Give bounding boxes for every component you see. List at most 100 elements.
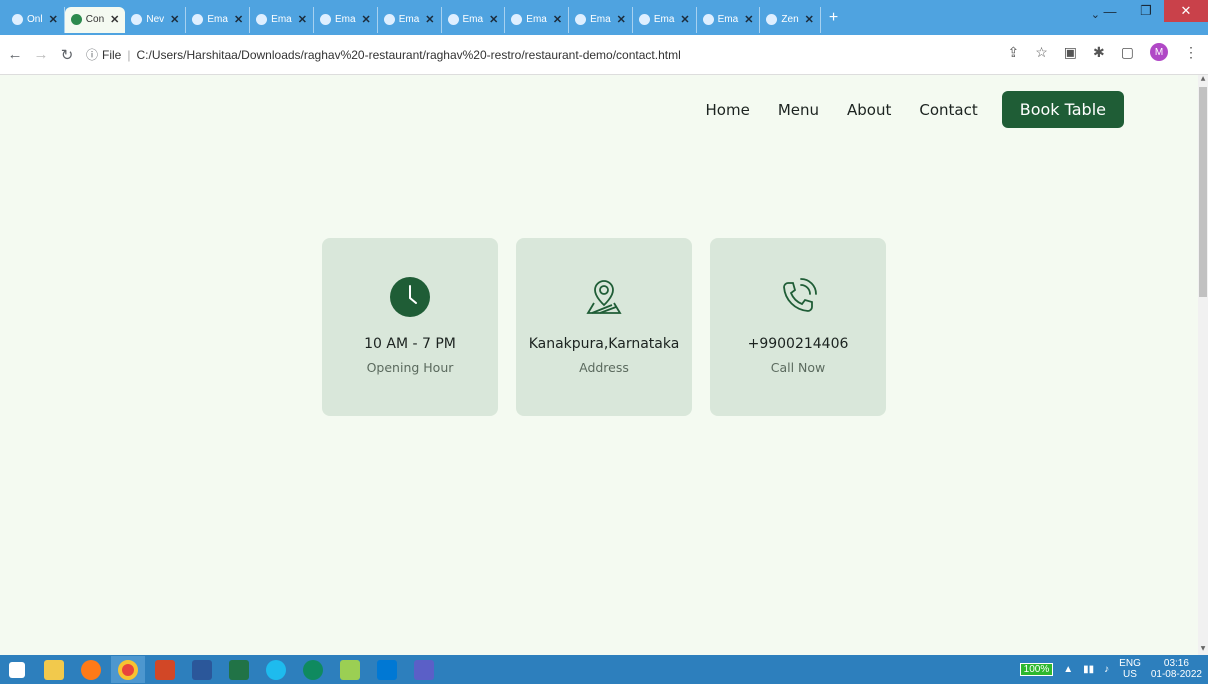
tab-close-icon[interactable]: ✕ — [170, 13, 179, 26]
browser-tab[interactable]: Ema ✕ — [633, 6, 697, 33]
start-button[interactable] — [0, 656, 34, 683]
share-icon[interactable]: ⇪ — [1008, 44, 1020, 61]
browser-tab[interactable]: Ema ✕ — [314, 6, 378, 33]
extension-icon[interactable]: ▣ — [1064, 44, 1077, 61]
scroll-up-icon[interactable]: ▲ — [1198, 75, 1208, 85]
clock[interactable]: 03:16 01-08-2022 — [1151, 658, 1202, 680]
browser-tab[interactable]: Ema ✕ — [697, 6, 761, 33]
tab-label: Con — [85, 14, 105, 25]
language-indicator[interactable]: ENG US — [1119, 658, 1141, 680]
tab-close-icon[interactable]: ✕ — [805, 13, 814, 26]
reload-icon[interactable]: ↻ — [56, 46, 78, 64]
vscode-icon[interactable] — [370, 656, 404, 683]
teams-icon[interactable] — [407, 656, 441, 683]
scroll-down-icon[interactable]: ▼ — [1198, 645, 1208, 655]
tab-close-icon[interactable]: ✕ — [744, 13, 753, 26]
restore-icon[interactable]: ❐ — [1128, 0, 1164, 22]
tab-label: Ema — [271, 14, 292, 25]
tab-close-icon[interactable]: ✕ — [425, 13, 434, 26]
page-scrollbar[interactable]: ▲ ▼ — [1198, 75, 1208, 655]
tab-label: Ema — [334, 14, 356, 25]
favicon-icon — [256, 14, 268, 25]
url-scheme-label: File — [102, 47, 122, 62]
tab-close-icon[interactable]: ✕ — [49, 13, 58, 26]
chrome-icon[interactable] — [111, 656, 145, 683]
more-menu-icon[interactable]: ⋮ — [1184, 44, 1198, 61]
browser-tab[interactable]: Ema ✕ — [250, 6, 314, 33]
browser-tab[interactable]: Ema ✕ — [569, 6, 633, 33]
card-title: 10 AM - 7 PM — [364, 336, 456, 352]
browser-tab[interactable]: Zen ✕ — [760, 6, 821, 33]
card-title: +9900214406 — [747, 336, 849, 352]
tab-close-icon[interactable]: ✕ — [234, 13, 243, 26]
site-navbar: Home Menu About Contact Book Table — [678, 91, 1124, 128]
tab-label: Ema — [398, 14, 420, 25]
file-explorer-icon[interactable] — [37, 656, 71, 683]
browser-tab[interactable]: Ema ✕ — [505, 6, 570, 33]
browser-tab[interactable]: Ema ✕ — [186, 6, 251, 33]
phone-icon — [776, 274, 820, 320]
favicon-icon — [447, 14, 459, 25]
tab-close-icon[interactable]: ✕ — [298, 13, 307, 26]
tab-close-icon[interactable]: ✕ — [489, 13, 498, 26]
contact-cards: 10 AM - 7 PM Opening Hour Kanakpura,Karn… — [322, 238, 886, 416]
favicon-icon — [638, 14, 650, 25]
network-icon[interactable]: ▮▮ — [1083, 664, 1094, 675]
new-tab-button[interactable]: + — [829, 9, 838, 27]
back-icon[interactable]: ← — [4, 46, 26, 63]
tab-close-icon[interactable]: ✕ — [110, 13, 119, 26]
clock-icon — [389, 274, 431, 320]
book-table-button[interactable]: Book Table — [1001, 91, 1124, 128]
tab-label: Ema — [590, 14, 611, 25]
profile-avatar[interactable]: M — [1150, 43, 1168, 61]
nav-home-link[interactable]: Home — [706, 101, 750, 119]
card-subtitle: Call Now — [770, 360, 826, 375]
excel-icon[interactable] — [222, 656, 256, 683]
favicon-icon — [70, 14, 82, 25]
call-card: +9900214406 Call Now — [710, 238, 886, 416]
volume-icon[interactable]: ♪ — [1104, 664, 1109, 675]
url-text: C:/Users/Harshitaa/Downloads/raghav%20-r… — [136, 47, 681, 62]
favicon-icon — [702, 14, 714, 25]
info-icon[interactable]: ⓘ — [86, 46, 98, 63]
tab-close-icon[interactable]: ✕ — [362, 13, 371, 26]
bookmark-star-icon[interactable]: ☆ — [1035, 44, 1048, 61]
sidepanel-icon[interactable]: ▢ — [1121, 44, 1134, 61]
powerpoint-icon[interactable] — [148, 656, 182, 683]
battery-indicator[interactable]: 100% — [1019, 662, 1054, 676]
browser-tab[interactable]: Ema ✕ — [442, 6, 506, 33]
tab-label: Ema — [207, 14, 228, 25]
browser-tab[interactable]: Nev ✕ — [125, 6, 187, 33]
browser-tab-strip: Onl ✕ Con ✕ Nev ✕ Ema ✕ Ema ✕ Ema ✕ Ema ✕ Ema ✕ … — [0, 0, 1208, 35]
tab-label: Nev — [146, 14, 165, 25]
tab-close-icon[interactable]: ✕ — [617, 13, 626, 26]
puzzle-icon[interactable]: ✱ — [1093, 44, 1105, 61]
firefox-icon[interactable] — [74, 656, 108, 683]
nav-contact-link[interactable]: Contact — [919, 101, 977, 119]
window-controls: — ❐ ✕ — [1092, 0, 1208, 24]
browser-tab[interactable]: Onl ✕ — [6, 6, 65, 33]
window-close-icon[interactable]: ✕ — [1164, 0, 1208, 22]
browser-tab[interactable]: Ema ✕ — [378, 6, 442, 33]
forward-icon[interactable]: → — [30, 46, 52, 63]
app-icon[interactable] — [333, 656, 367, 683]
scrollbar-thumb[interactable] — [1199, 87, 1207, 297]
address-card: Kanakpura,Karnataka Address — [516, 238, 692, 416]
page-content: Home Menu About Contact Book Table 10 AM… — [0, 75, 1198, 655]
opening-hour-card: 10 AM - 7 PM Opening Hour — [322, 238, 498, 416]
nav-about-link[interactable]: About — [847, 101, 891, 119]
tab-close-icon[interactable]: ✕ — [553, 13, 562, 26]
tab-label: Zen — [781, 14, 799, 25]
minimize-icon[interactable]: — — [1092, 0, 1128, 22]
favicon-icon — [511, 14, 523, 25]
favicon-icon — [383, 14, 395, 25]
url-input[interactable]: ⓘ File | C:/Users/Harshitaa/Downloads/ra… — [86, 39, 1066, 70]
tray-chevron-icon[interactable]: ▲ — [1063, 664, 1073, 675]
nav-menu-link[interactable]: Menu — [778, 101, 819, 119]
system-tray: 100% ▲ ▮▮ ♪ ENG US 03:16 01-08-2022 — [1019, 658, 1202, 680]
tab-close-icon[interactable]: ✕ — [680, 13, 689, 26]
word-icon[interactable] — [185, 656, 219, 683]
browser-tab-active[interactable]: Con ✕ — [64, 6, 126, 33]
edge-icon[interactable] — [296, 656, 330, 683]
internet-explorer-icon[interactable] — [259, 656, 293, 683]
